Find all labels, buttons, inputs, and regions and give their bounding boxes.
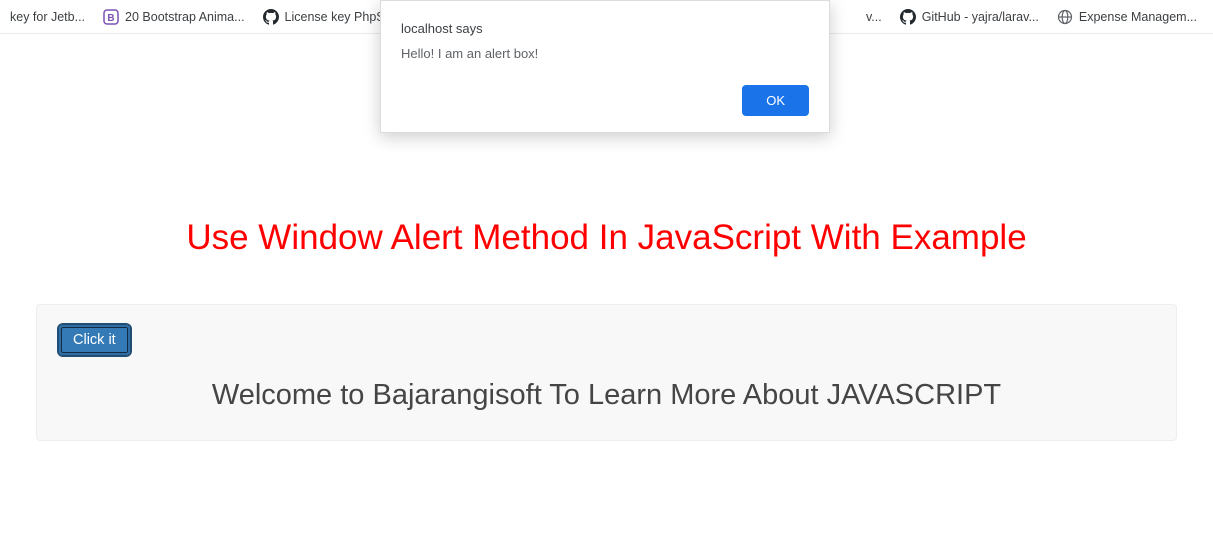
bookmark-label: GitHub - yajra/larav...	[922, 10, 1039, 24]
click-it-button[interactable]: Click it	[59, 325, 130, 355]
svg-text:B: B	[107, 13, 114, 24]
github-icon	[263, 9, 279, 25]
alert-host-text: localhost says	[401, 21, 809, 36]
bookmark-item[interactable]: v...	[860, 6, 888, 28]
bookmark-item[interactable]: B 20 Bootstrap Anima...	[97, 5, 251, 29]
alert-button-row: OK	[401, 85, 809, 116]
bookmark-item[interactable]: key for Jetb...	[4, 6, 91, 28]
alert-dialog: localhost says Hello! I am an alert box!…	[380, 0, 830, 133]
bookmark-label: 20 Bootstrap Anima...	[125, 10, 245, 24]
bookmark-label: Expense Managem...	[1079, 10, 1197, 24]
bootstrap-icon: B	[103, 9, 119, 25]
bookmark-item[interactable]: Expense Managem...	[1051, 5, 1203, 29]
github-icon	[900, 9, 916, 25]
page-title: Use Window Alert Method In JavaScript Wi…	[0, 218, 1213, 258]
globe-icon	[1057, 9, 1073, 25]
bookmark-label: key for Jetb...	[10, 10, 85, 24]
demo-card: Click it Welcome to Bajarangisoft To Lea…	[36, 304, 1177, 441]
alert-message-text: Hello! I am an alert box!	[401, 46, 809, 61]
bookmark-label: v...	[866, 10, 882, 24]
welcome-message: Welcome to Bajarangisoft To Learn More A…	[59, 379, 1154, 412]
alert-ok-button[interactable]: OK	[742, 85, 809, 116]
bookmark-item[interactable]: GitHub - yajra/larav...	[894, 5, 1045, 29]
